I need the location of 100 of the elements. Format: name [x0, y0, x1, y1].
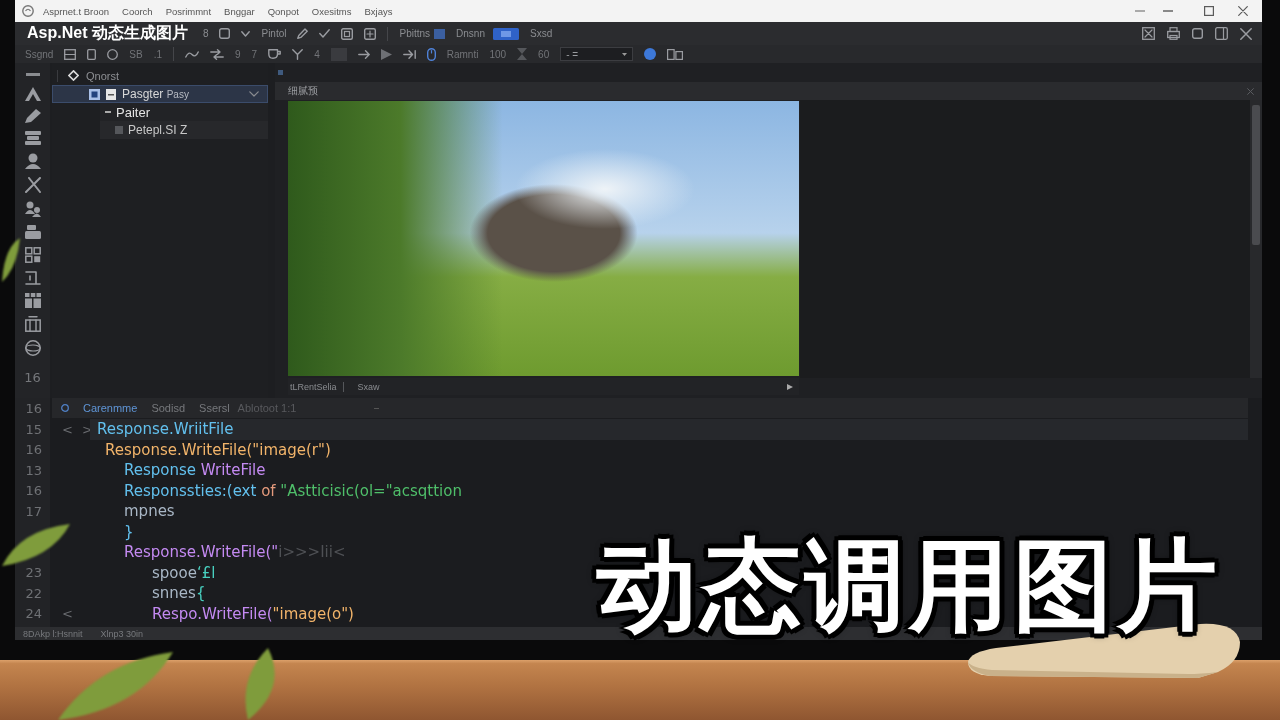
editor-tab[interactable]: Carenmme — [83, 402, 138, 414]
toolbar-button[interactable]: Pbittns — [399, 28, 446, 39]
square-icon[interactable] — [219, 28, 231, 39]
caret-icon[interactable] — [241, 30, 251, 37]
tree-item[interactable]: Pasgter Pasy — [52, 85, 268, 103]
check-icon[interactable] — [319, 29, 331, 38]
checkbox[interactable] — [89, 88, 100, 100]
dash-icon[interactable] — [25, 73, 40, 76]
chevron-icon[interactable] — [249, 91, 259, 97]
split-icon[interactable] — [64, 48, 77, 60]
line-number: 22 — [25, 585, 42, 601]
code-line: mpnes — [124, 501, 175, 522]
dropdown[interactable]: - = — [560, 47, 634, 61]
wave-icon[interactable] — [185, 49, 200, 59]
toolbar-button[interactable]: 9 — [235, 48, 241, 60]
toolbar-button[interactable]: 4 — [314, 48, 320, 60]
menu-item[interactable]: Oxesitms — [311, 5, 352, 17]
arrows-icon[interactable] — [210, 48, 225, 60]
line-number: 17 — [25, 503, 42, 519]
tree-item[interactable]: Paiter — [100, 103, 268, 121]
toolbar-button[interactable]: Pintol — [261, 28, 287, 39]
menu-item[interactable]: Qonpot — [267, 5, 299, 17]
triangle-icon[interactable] — [787, 383, 793, 390]
menu-item[interactable]: Coorch — [122, 5, 153, 17]
circle-icon — [61, 404, 69, 412]
editor-tab[interactable]: Sodisd — [151, 402, 186, 414]
code-line: spooe‘£l — [152, 562, 216, 583]
cup-icon[interactable] — [268, 49, 282, 59]
scrollbar[interactable] — [1250, 100, 1262, 378]
toolbar-button[interactable]: Sxsd — [529, 28, 553, 39]
panel-title: 细腻预 — [288, 84, 318, 98]
toolbar-button[interactable]: Ssgnd — [25, 48, 54, 60]
people-icon[interactable] — [24, 201, 41, 217]
line-number: 16 — [25, 442, 42, 458]
diamond-icon — [68, 70, 79, 81]
toolbar-button[interactable]: 8 — [202, 28, 209, 39]
cross-icon[interactable] — [24, 177, 41, 193]
branch-icon[interactable] — [292, 48, 304, 60]
panel-icon[interactable] — [1215, 27, 1228, 40]
dot-icon[interactable] — [644, 48, 657, 60]
blocks-icon[interactable] — [24, 293, 41, 308]
line-number: 16 — [25, 483, 42, 499]
line-number: 13 — [25, 462, 42, 478]
code-line: Response.WriteFile("image(r") — [105, 439, 331, 460]
frame-icon[interactable] — [341, 27, 354, 40]
square-icon — [115, 126, 123, 134]
toolbar-button[interactable]: Dnsnn — [456, 27, 519, 40]
fold-marker[interactable]: < — [62, 421, 73, 437]
line-number: 24 — [25, 606, 42, 622]
square-icon[interactable] — [1192, 28, 1203, 39]
headline: 动态调用图片 — [597, 533, 1221, 638]
dash-icon — [374, 407, 380, 409]
rect-icon[interactable] — [87, 48, 97, 60]
line-number: 23 — [25, 565, 42, 581]
menu-item[interactable]: Asprnet.t Broon — [43, 5, 109, 17]
dash-icon — [105, 111, 111, 113]
crossed-box-icon[interactable] — [1142, 27, 1155, 40]
tree-item[interactable]: Petepl.SI Z — [100, 121, 268, 139]
layers-icon[interactable] — [24, 225, 41, 239]
menu-item[interactable]: Bxjays — [364, 5, 393, 17]
pencil-icon[interactable] — [297, 28, 309, 39]
panels-icon[interactable] — [667, 48, 684, 60]
stack-icon[interactable] — [24, 131, 41, 145]
pen-icon[interactable] — [24, 109, 41, 123]
person-icon[interactable] — [24, 153, 41, 169]
printer-icon[interactable] — [1167, 27, 1180, 40]
circle-icon[interactable] — [107, 48, 119, 60]
mouse-icon[interactable] — [426, 47, 436, 61]
editor-tab[interactable]: Ssersl — [199, 402, 230, 414]
close-icon[interactable] — [1240, 27, 1252, 40]
toolbar-button[interactable]: 60 — [538, 48, 550, 60]
code-line: snnes{ — [152, 583, 206, 604]
swatch-icon — [434, 28, 446, 39]
toolbar-button[interactable]: Ramnti — [446, 48, 479, 60]
toolbar-button[interactable]: SB — [129, 48, 143, 60]
scrollbar-thumb[interactable] — [1252, 105, 1260, 245]
toolbar-button[interactable]: 100 — [489, 48, 507, 60]
tent-icon[interactable] — [24, 87, 41, 101]
app-icon — [22, 5, 34, 17]
document-icon — [106, 88, 116, 100]
bracket-icon[interactable] — [24, 271, 41, 285]
footer-label: Sxaw — [357, 381, 380, 392]
trash-icon[interactable] — [24, 316, 41, 332]
toolbar-button[interactable]: .1 — [153, 48, 163, 60]
globe-icon[interactable] — [24, 340, 41, 356]
status-text: Xlnp3 30in — [100, 628, 144, 639]
menu-item[interactable]: Bnggar — [224, 5, 255, 17]
line-number: 16 — [25, 400, 42, 416]
grid-icon[interactable] — [24, 247, 41, 263]
close-icon[interactable] — [1238, 6, 1248, 16]
layout-icon[interactable] — [364, 27, 377, 40]
step-icon[interactable] — [402, 49, 416, 59]
maximize-icon[interactable] — [1204, 6, 1214, 16]
fold-marker[interactable]: < — [62, 606, 73, 622]
toolbar-button[interactable]: 7 — [251, 48, 258, 60]
arrow-icon[interactable] — [357, 49, 370, 59]
menu-item[interactable]: Posrimmnt — [165, 5, 212, 17]
toggle-icon — [492, 27, 519, 40]
leaf — [2, 524, 70, 566]
play-icon[interactable] — [380, 48, 392, 60]
